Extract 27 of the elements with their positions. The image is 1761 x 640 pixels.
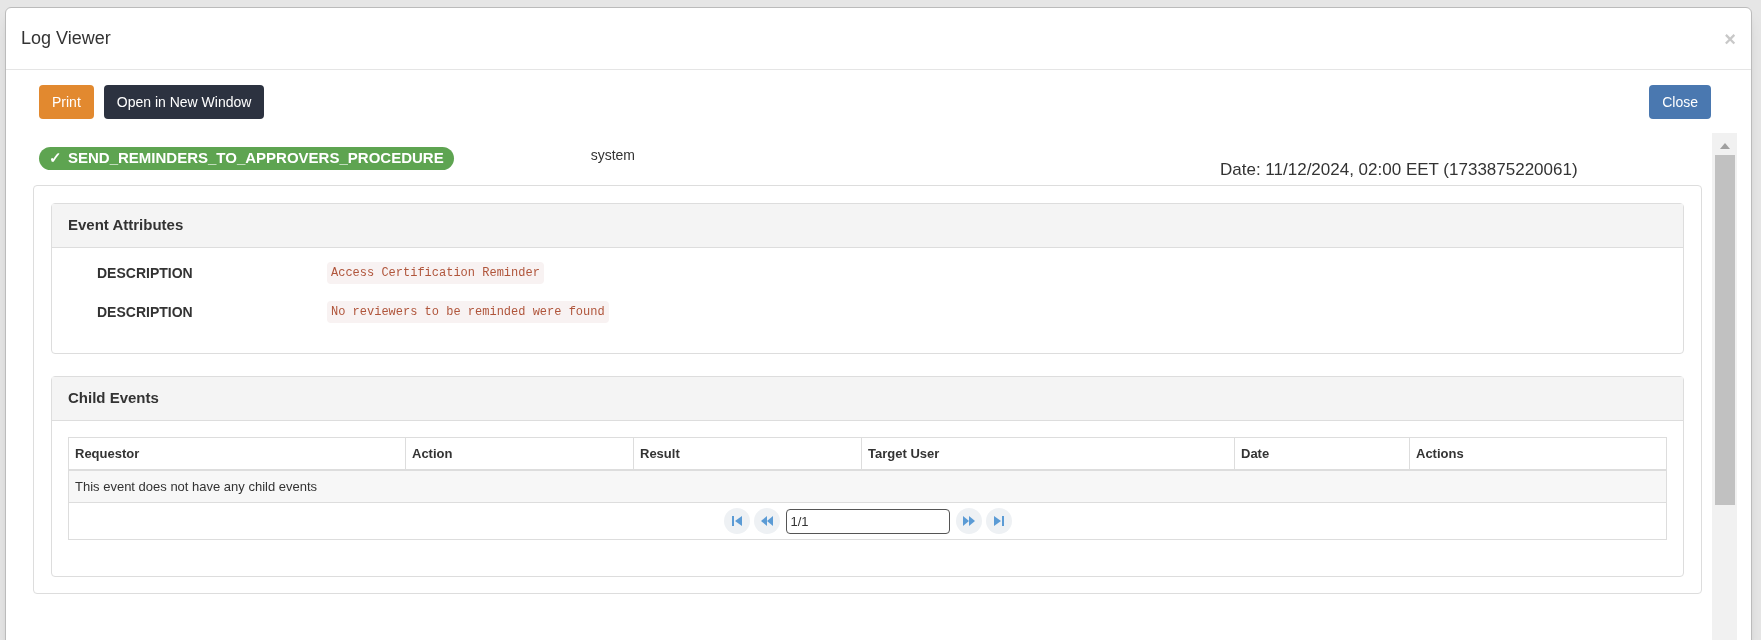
column-header: Requestor <box>69 438 406 469</box>
column-header: Result <box>634 438 862 469</box>
previous-page-icon[interactable] <box>753 508 780 534</box>
column-header: Action <box>406 438 634 469</box>
event-user: system <box>590 146 635 165</box>
close-button[interactable]: Close <box>1649 85 1711 119</box>
print-button[interactable]: Print <box>39 85 94 119</box>
last-page-icon[interactable] <box>985 508 1012 534</box>
empty-message: This event does not have any child events <box>75 477 318 496</box>
column-header: Target User <box>862 438 1235 469</box>
attribute-label: DESCRIPTION <box>97 263 194 283</box>
page-field[interactable]: 1/1 <box>785 508 950 534</box>
card-title: Child Events <box>68 388 159 409</box>
scrollbar[interactable] <box>1712 133 1737 640</box>
first-page-icon[interactable] <box>723 508 750 534</box>
attribute-value: No reviewers to be reminded were found <box>327 301 609 323</box>
column-header: Date <box>1235 438 1410 469</box>
attribute-label: DESCRIPTION <box>97 302 194 322</box>
attribute-value: Access Certification Reminder <box>327 262 544 284</box>
dialog-title: Log Viewer <box>21 27 111 50</box>
scroll-up-icon <box>1719 143 1730 149</box>
column-header: Actions <box>1415 444 1465 463</box>
card-title: Event Attributes <box>68 215 184 236</box>
next-page-icon[interactable] <box>955 508 982 534</box>
open-window-button[interactable]: Open in New Window <box>103 85 265 119</box>
event-status-badge: ✓ SEND_REMINDERS_TO_APPROVERS_PROCEDURE <box>39 147 454 170</box>
event-date: Date: 11/12/2024, 02:00 EET (1733875220061) <box>1220 159 1578 181</box>
